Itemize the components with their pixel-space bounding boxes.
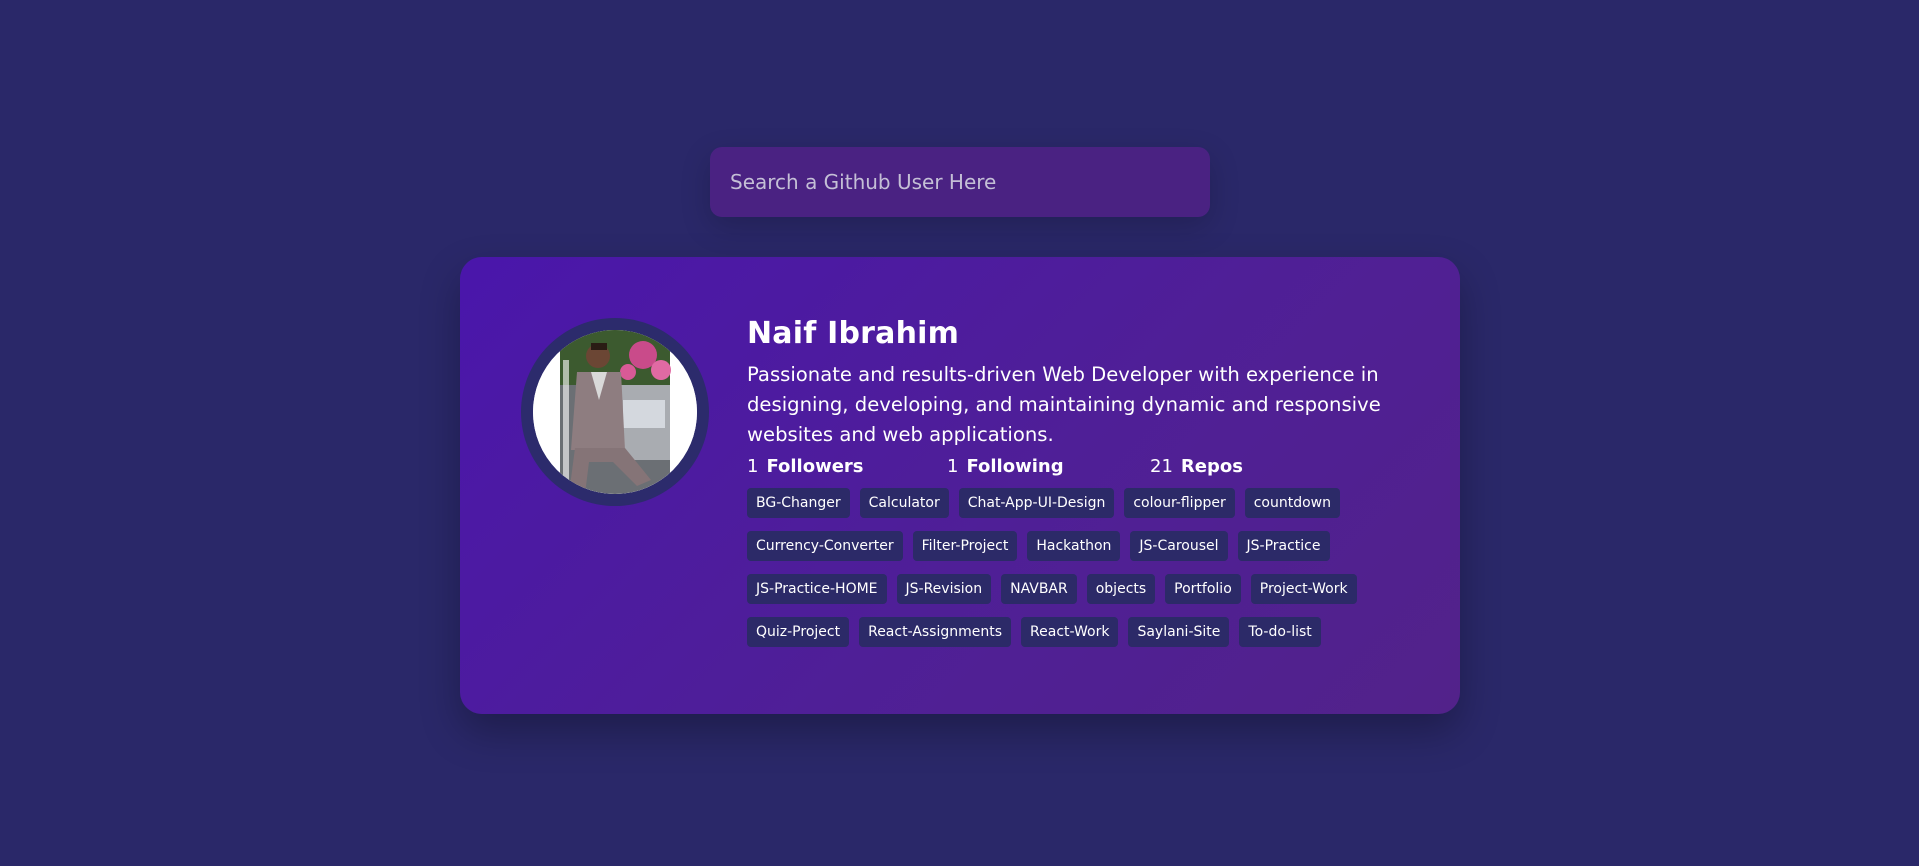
repo-tag[interactable]: countdown [1244,488,1340,518]
repo-tag[interactable]: React-Assignments [859,617,1012,647]
followers-label: Followers [766,456,864,477]
avatar-ring [521,318,709,506]
repo-tag[interactable]: Hackathon [1027,531,1121,561]
repo-tag[interactable]: Calculator [859,488,949,518]
repo-tag[interactable]: To-do-list [1239,617,1321,647]
repo-tag[interactable]: JS-Practice-HOME [747,574,887,604]
repos-stat: 21 Repos [1150,456,1243,477]
repo-tag[interactable]: Portfolio [1165,574,1241,604]
search-input[interactable] [710,147,1210,217]
profile-content: Naif Ibrahim Passionate and results-driv… [747,317,1427,647]
repo-tag[interactable]: JS-Practice [1237,531,1330,561]
repos-count: 21 [1150,456,1173,477]
repo-tag[interactable]: colour-flipper [1124,488,1235,518]
avatar-photo [533,330,697,494]
repo-tag[interactable]: Currency-Converter [747,531,903,561]
following-stat: 1 Following [947,456,1064,477]
following-label: Following [966,456,1064,477]
repo-tag[interactable]: Quiz-Project [747,617,850,647]
repo-tag[interactable]: JS-Revision [896,574,992,604]
stats-row: 1 Followers 1 Following 21 Repos [747,456,1427,482]
followers-count: 1 [747,456,759,477]
followers-stat: 1 Followers [747,456,864,477]
repo-tag[interactable]: NAVBAR [1001,574,1077,604]
user-name: Naif Ibrahim [747,316,960,351]
repo-tag[interactable]: Saylani-Site [1128,617,1230,647]
repos-label: Repos [1180,456,1243,477]
repo-tag[interactable]: Filter-Project [912,531,1018,561]
user-bio: Passionate and results-driven Web Develo… [747,363,1381,446]
repo-tag[interactable]: Chat-App-UI-Design [958,488,1115,518]
repo-tag[interactable]: React-Work [1021,617,1119,647]
search-bar[interactable] [710,147,1210,217]
repo-tag[interactable]: Project-Work [1250,574,1357,604]
following-count: 1 [947,456,959,477]
repo-tag[interactable]: BG-Changer [747,488,850,518]
repo-list: BG-Changer Calculator Chat-App-UI-Design… [747,488,1427,647]
repo-tag[interactable]: JS-Carousel [1130,531,1228,561]
repo-tag[interactable]: objects [1086,574,1156,604]
profile-card: Naif Ibrahim Passionate and results-driv… [460,257,1460,714]
avatar [533,330,697,494]
